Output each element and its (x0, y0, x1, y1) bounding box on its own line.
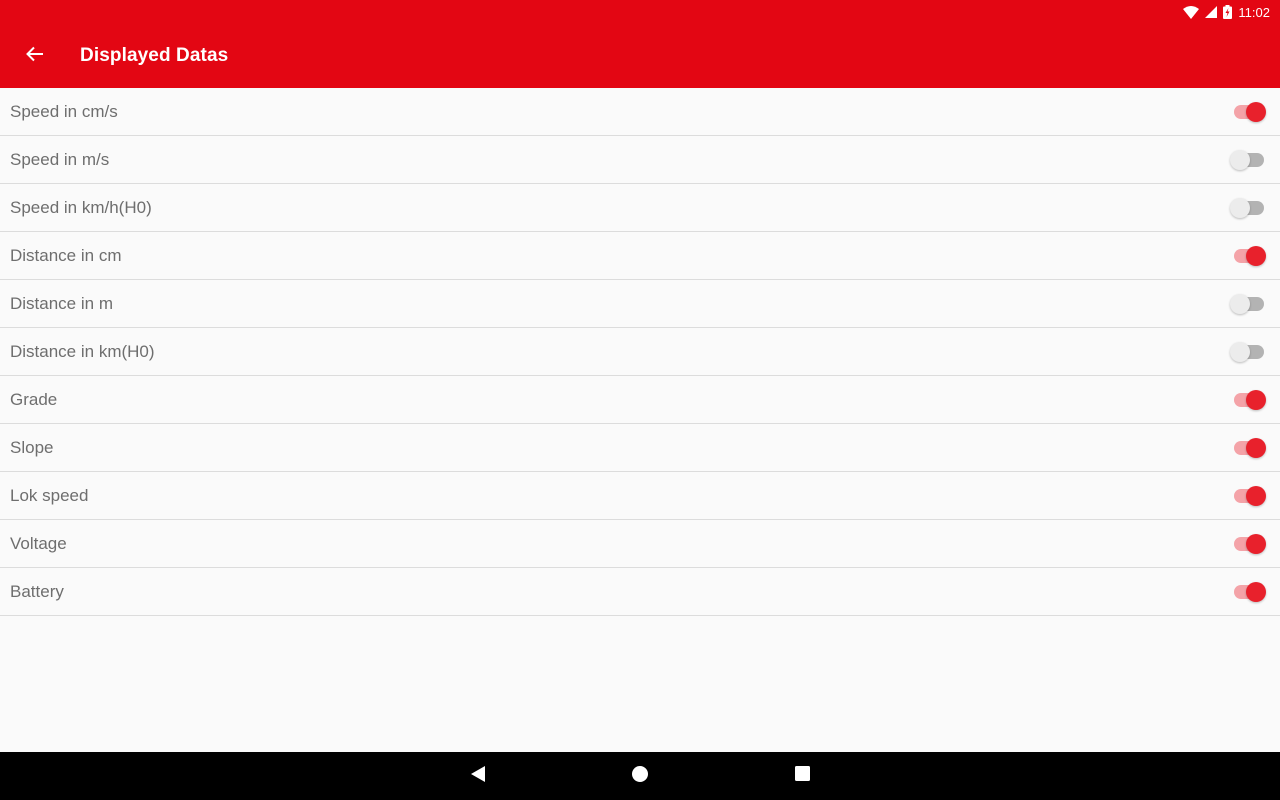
switch-thumb[interactable] (1246, 101, 1266, 122)
recents-square-icon (794, 766, 810, 786)
toggle-switch[interactable] (1230, 292, 1266, 316)
back-triangle-icon (470, 765, 486, 787)
toggle-switch[interactable] (1230, 244, 1266, 268)
settings-row-label: Battery (10, 581, 64, 601)
page-title: Displayed Datas (80, 45, 229, 66)
switch-thumb[interactable] (1246, 245, 1266, 266)
settings-row[interactable]: Distance in cm (0, 232, 1280, 280)
settings-row-label: Slope (10, 437, 54, 457)
settings-row[interactable]: Speed in m/s (0, 136, 1280, 184)
switch-thumb[interactable] (1230, 149, 1250, 170)
switch-thumb[interactable] (1246, 533, 1266, 554)
toggle-switch[interactable] (1230, 388, 1266, 412)
toggle-switch[interactable] (1230, 148, 1266, 172)
settings-row-label: Lok speed (10, 485, 89, 505)
settings-row-label: Distance in km(H0) (10, 341, 155, 361)
cell-signal-icon (1205, 6, 1218, 18)
toggle-switch[interactable] (1230, 340, 1266, 364)
status-bar: 11:02 (1183, 0, 1280, 24)
settings-row[interactable]: Slope (0, 424, 1280, 472)
battery-charging-icon (1223, 5, 1233, 19)
back-button[interactable] (7, 28, 63, 84)
navigation-bar (0, 752, 1280, 800)
switch-thumb[interactable] (1246, 389, 1266, 410)
settings-row[interactable]: Distance in m (0, 280, 1280, 328)
settings-row[interactable]: Speed in cm/s (0, 88, 1280, 136)
switch-thumb[interactable] (1246, 581, 1266, 602)
toggle-switch[interactable] (1230, 532, 1266, 556)
wifi-icon (1183, 5, 1200, 19)
settings-row-label: Distance in m (10, 293, 113, 313)
settings-row[interactable]: Voltage (0, 520, 1280, 568)
app-bar: 11:02 Displayed Datas (0, 0, 1280, 88)
settings-row[interactable]: Lok speed (0, 472, 1280, 520)
settings-row-label: Speed in m/s (10, 149, 110, 169)
settings-row-label: Grade (10, 389, 58, 409)
settings-row[interactable]: Distance in km(H0) (0, 328, 1280, 376)
settings-row-label: Distance in cm (10, 245, 122, 265)
toggle-switch[interactable] (1230, 100, 1266, 124)
nav-home-button[interactable] (628, 764, 652, 788)
arrow-left-icon (26, 46, 44, 67)
toggle-switch[interactable] (1230, 436, 1266, 460)
settings-row-label: Voltage (10, 533, 67, 553)
switch-thumb[interactable] (1246, 437, 1266, 458)
toggle-switch[interactable] (1230, 580, 1266, 604)
toggle-switch[interactable] (1230, 484, 1266, 508)
nav-back-button[interactable] (466, 764, 490, 788)
switch-thumb[interactable] (1230, 341, 1250, 362)
settings-row[interactable]: Battery (0, 568, 1280, 616)
home-circle-icon (632, 765, 648, 787)
settings-list: Speed in cm/s Speed in m/s Speed in km/h(H… (0, 88, 1280, 616)
settings-row[interactable]: Speed in km/h(H0) (0, 184, 1280, 232)
settings-row[interactable]: Grade (0, 376, 1280, 424)
status-time: 11:02 (1238, 4, 1270, 20)
switch-thumb[interactable] (1230, 197, 1250, 218)
settings-row-label: Speed in km/h(H0) (10, 197, 152, 217)
switch-thumb[interactable] (1230, 293, 1250, 314)
toggle-switch[interactable] (1230, 196, 1266, 220)
toolbar: Displayed Datas (0, 24, 1280, 88)
nav-recents-button[interactable] (790, 764, 814, 788)
settings-row-label: Speed in cm/s (10, 101, 118, 121)
switch-thumb[interactable] (1246, 485, 1266, 506)
